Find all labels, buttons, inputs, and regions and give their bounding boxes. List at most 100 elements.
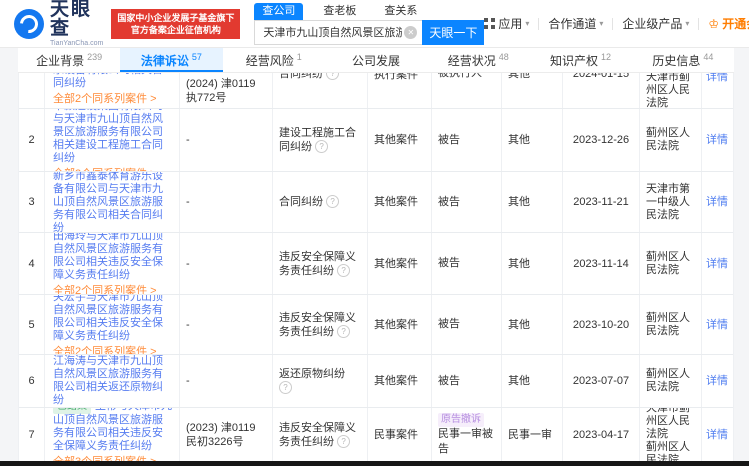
tab-1[interactable]: 企业背景239	[18, 48, 120, 72]
case-cause: 违反安全保障义务责任纠纷 ?	[273, 408, 368, 461]
search-button[interactable]: 天眼一下	[422, 20, 484, 45]
search-tab-boss[interactable]: 查老板	[315, 3, 364, 20]
tab-label: 企业背景	[36, 52, 84, 69]
role-text: 被告	[438, 134, 460, 146]
top-header: 天眼查 TianYanCha.com 国家中小企业发展子基金旗下 官方备案企业征…	[0, 0, 749, 48]
tab-6[interactable]: 知识产权12	[529, 48, 631, 72]
filing-date: 2023-11-21	[563, 172, 640, 232]
court-name: 天津市蓟州区人民法院蓟州区人民法院	[640, 408, 702, 461]
help-icon[interactable]: ?	[326, 73, 339, 80]
nav-apps[interactable]: 应用 ▾	[484, 15, 529, 32]
nav-vip[interactable]: ♔ 开通会员 ▾	[708, 15, 749, 32]
court-line: 天津市蓟州区人民法院	[646, 408, 695, 441]
cause-text: 合同纠纷	[279, 73, 326, 80]
party-role: 被执行人	[432, 73, 502, 108]
detail-link[interactable]: 详情	[706, 319, 728, 331]
role-text: 民事一审被告	[438, 428, 493, 455]
clear-input-icon[interactable]: ✕	[404, 26, 417, 39]
series-cases-link[interactable]: 全部2个同系列案件 >	[53, 285, 173, 295]
case-row: 4田海玲与天津市九山顶自然风景区旅游服务有限公司相关违反安全保障义务责任纠纷全部…	[19, 233, 733, 295]
case-row: 1 乐设备有限公司相关合同纠纷全部2个同系列案件 > (2024) 津0119执77…	[19, 73, 733, 109]
case-seq: 1	[19, 73, 45, 108]
case-seq: 6	[19, 355, 45, 407]
help-icon[interactable]: ?	[326, 195, 339, 208]
case-number: -	[180, 172, 273, 232]
case-cause: 返还原物纠纷 ?	[273, 355, 368, 407]
court-line: 天津市第一中级人民法院	[646, 183, 695, 222]
tianyancha-logo[interactable]: 天眼查 TianYanCha.com	[14, 0, 103, 47]
filing-date: 2023-10-20	[563, 295, 640, 354]
gov-badge-line2: 官方备案企业征信机构	[117, 24, 234, 36]
case-type: 其他案件	[368, 109, 432, 171]
case-name-link[interactable]: 新乡市鑫泰体育游乐设备有限公司与天津市九山顶自然风景区旅游服务有限公司相关合同纠…	[53, 172, 163, 232]
detail-link[interactable]: 详情	[706, 258, 728, 270]
case-number: -	[180, 233, 273, 294]
detail-cell: 详情	[702, 408, 732, 461]
case-row: 2中颢建设集团有限公司与天津市九山顶自然风景区旅游服务有限公司相关建设工程施工合…	[19, 109, 733, 172]
case-name-link[interactable]: 江海涛与天津市九山顶自然风景区旅游服务有限公司相关返还原物纠纷	[53, 355, 163, 406]
case-number: (2024) 津0119执772号	[180, 73, 273, 108]
search-tab-relation[interactable]: 查关系	[376, 3, 425, 20]
party-role: 被告	[432, 295, 502, 354]
cause-text: 合同纠纷	[279, 196, 326, 208]
case-seq: 3	[19, 172, 45, 232]
tab-count: 44	[703, 52, 713, 62]
case-row: 3新乡市鑫泰体育游乐设备有限公司与天津市九山顶自然风景区旅游服务有限公司相关合同…	[19, 172, 733, 233]
detail-link[interactable]: 详情	[706, 375, 728, 387]
nav-enterprise[interactable]: 企业级产品 ▾	[622, 15, 689, 32]
tab-count: 239	[87, 52, 102, 62]
help-icon[interactable]: ?	[337, 435, 350, 448]
tab-label: 公司发展	[352, 52, 400, 69]
detail-link[interactable]: 详情	[706, 73, 728, 83]
detail-cell: 详情	[702, 295, 732, 354]
case-name-link[interactable]: 王彬与天津市九山顶自然风景区旅游服务有限公司相关违反安全保障义务责任纠纷	[53, 408, 172, 452]
trial-procedure: 其他	[502, 355, 563, 407]
tab-7[interactable]: 历史信息44	[632, 48, 734, 72]
help-icon[interactable]: ?	[337, 325, 350, 338]
tab-5[interactable]: 经营状况48	[427, 48, 529, 72]
section-tabbar: 企业背景239法律诉讼57经营风险1公司发展经营状况48知识产权12历史信息44	[18, 48, 734, 73]
case-cause: 合同纠纷 ?	[273, 73, 368, 108]
detail-cell: 详情	[702, 233, 732, 294]
tab-label: 法律诉讼	[141, 52, 189, 69]
detail-link[interactable]: 详情	[706, 429, 728, 441]
help-icon[interactable]: ?	[337, 264, 350, 277]
nav-partner[interactable]: 合作通道 ▾	[548, 15, 603, 32]
court-line: 蓟州区人民法院	[646, 251, 695, 277]
search-input[interactable]	[254, 20, 422, 45]
case-name-link[interactable]: 中颢建设集团有限公司与天津市九山顶自然风景区旅游服务有限公司相关建设工程施工合同…	[53, 109, 163, 164]
header-nav: 应用 ▾ 合作通道 ▾ 企业级产品 ▾ ♔ 开通会员 ▾ ▾	[484, 15, 749, 32]
tab-count: 48	[499, 52, 509, 62]
nav-divider	[698, 18, 699, 30]
tab-4[interactable]: 公司发展	[325, 48, 427, 72]
case-name-link[interactable]: 乐设备有限公司相关合同纠纷	[53, 73, 163, 89]
filing-date: 2023-07-07	[563, 355, 640, 407]
tab-3[interactable]: 经营风险1	[223, 48, 325, 72]
case-name: 中颢建设集团有限公司与天津市九山顶自然风景区旅游服务有限公司相关建设工程施工合同…	[45, 109, 180, 171]
trial-procedure: 其他	[502, 109, 563, 171]
series-cases-link[interactable]: 全部2个同系列案件 >	[53, 168, 173, 172]
case-name-link[interactable]: 关宏宇与天津市九山顶自然风景区旅游服务有限公司相关违反安全保障义务责任纠纷	[53, 295, 163, 342]
help-icon[interactable]: ?	[315, 140, 328, 153]
court-name: 蓟州区人民法院	[640, 355, 702, 407]
tab-2[interactable]: 法律诉讼57	[120, 48, 222, 72]
filing-date: 2023-12-26	[563, 109, 640, 171]
role-text: 被告	[438, 318, 460, 330]
tab-label: 经营风险	[246, 52, 294, 69]
detail-link[interactable]: 详情	[706, 134, 728, 146]
filing-date: 2023-11-14	[563, 233, 640, 294]
nav-divider	[612, 18, 613, 30]
case-type: 其他案件	[368, 355, 432, 407]
case-cause: 建设工程施工合同纠纷 ?	[273, 109, 368, 171]
help-icon[interactable]: ?	[279, 381, 292, 394]
case-name-link[interactable]: 田海玲与天津市九山顶自然风景区旅游服务有限公司相关违反安全保障义务责任纠纷	[53, 233, 163, 281]
detail-link[interactable]: 详情	[706, 196, 728, 208]
brand-name: 天眼查	[50, 0, 103, 38]
logo-eye-icon	[14, 9, 44, 39]
search-tab-company[interactable]: 查公司	[254, 3, 303, 20]
series-cases-link[interactable]: 全部2个同系列案件 >	[53, 346, 173, 355]
case-number: (2023) 津0119民初3226号	[180, 408, 273, 461]
series-cases-link[interactable]: 全部2个同系列案件 >	[53, 93, 173, 106]
filing-date: 2024-01-15	[563, 73, 640, 108]
court-line: 蓟州区人民法院	[646, 312, 695, 338]
